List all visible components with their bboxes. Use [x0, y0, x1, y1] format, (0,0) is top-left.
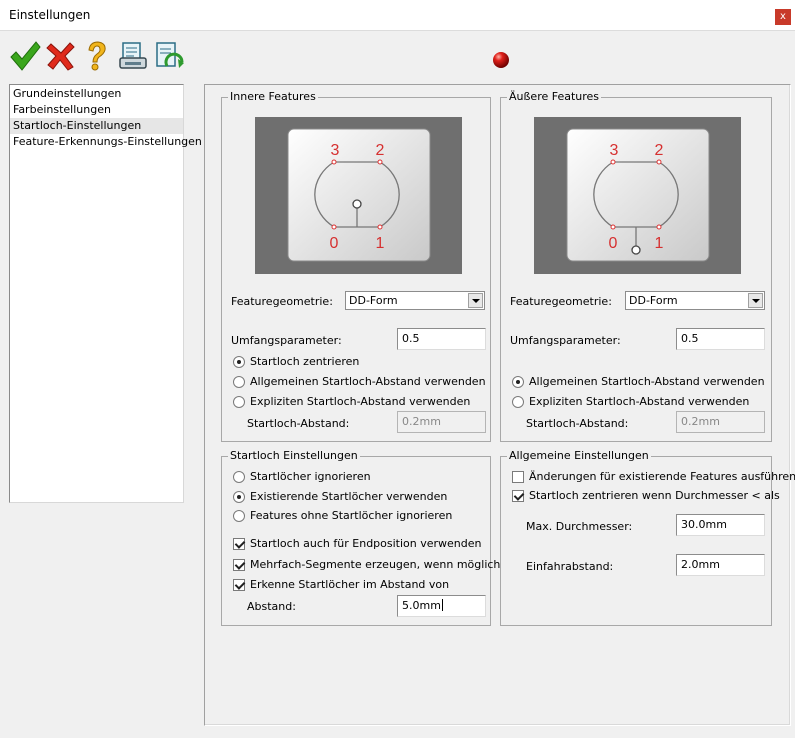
outer-radio-explicit-label: Expliziten Startloch-Abstand verwenden: [529, 395, 750, 408]
outer-perimeter-input[interactable]: 0.5: [676, 328, 765, 350]
inner-distance-label: Startloch-Abstand:: [247, 417, 350, 430]
refresh-document-icon[interactable]: [153, 40, 185, 72]
startloch-check-endpos-label: Startloch auch für Endposition verwenden: [250, 537, 482, 550]
startloch-radio-ignore-label: Startlöcher ignorieren: [250, 470, 371, 483]
checkbox-checked-icon[interactable]: [512, 490, 524, 502]
checkbox-icon[interactable]: [512, 471, 524, 483]
max-diameter-label: Max. Durchmesser:: [526, 520, 633, 533]
status-indicator: [492, 51, 510, 69]
settings-category-list: Grundeinstellungen Farbeinstellungen Sta…: [9, 84, 202, 503]
preview-label-1: 1: [655, 235, 664, 252]
startloch-radio-skip-label: Features ohne Startlöcher ignorieren: [250, 509, 453, 522]
nav-item-startloch-einstellungen[interactable]: Startloch-Einstellungen: [10, 118, 183, 134]
radio-icon[interactable]: [233, 510, 245, 522]
preview-label-0: 0: [609, 235, 618, 252]
inner-features-group: Innere Features 3 2 0 1 Featuregeometrie…: [221, 90, 491, 442]
inner-perimeter-input[interactable]: 0.5: [397, 328, 486, 350]
startloch-settings-group: Startloch Einstellungen Startlöcher igno…: [221, 449, 500, 626]
inner-geometry-select[interactable]: DD-Form: [345, 291, 485, 310]
inner-radio-general-label: Allgemeinen Startloch-Abstand verwenden: [250, 375, 486, 388]
general-check-center-label: Startloch zentrieren wenn Durchmesser < …: [529, 489, 780, 502]
settings-panel: Innere Features 3 2 0 1 Featuregeometrie…: [204, 84, 795, 726]
radio-selected-icon[interactable]: [233, 356, 245, 368]
check-icon[interactable]: [9, 40, 41, 72]
preview-label-3: 3: [331, 142, 340, 159]
close-button[interactable]: x: [775, 9, 791, 25]
startloch-check-multi-label: Mehrfach-Segmente erzeugen, wenn möglich: [250, 558, 501, 571]
startloch-radio-use-label: Existierende Startlöcher verwenden: [250, 490, 448, 503]
outer-geometry-label: Featuregeometrie:: [510, 295, 612, 308]
outer-features-title: Äußere Features: [507, 90, 602, 104]
nav-item-farbeinstellungen[interactable]: Farbeinstellungen: [10, 102, 183, 118]
outer-features-group: Äußere Features 3 2 0 1 Featuregeometrie…: [500, 90, 772, 442]
inner-features-title: Innere Features: [228, 90, 318, 104]
radio-icon[interactable]: [233, 396, 245, 408]
approach-distance-label: Einfahrabstand:: [526, 560, 614, 573]
approach-distance-input[interactable]: 2.0mm: [676, 554, 765, 576]
inner-geometry-label: Featuregeometrie:: [231, 295, 333, 308]
title-bar: Einstellungen x: [0, 0, 795, 31]
preview-label-2: 2: [655, 142, 664, 159]
checkbox-checked-icon[interactable]: [233, 538, 245, 550]
startloch-distance-label: Abstand:: [247, 600, 296, 613]
radio-icon[interactable]: [233, 471, 245, 483]
checkbox-checked-icon[interactable]: [233, 579, 245, 591]
radio-icon[interactable]: [512, 396, 524, 408]
inner-geometry-value: DD-Form: [349, 294, 398, 307]
radio-selected-icon[interactable]: [512, 376, 524, 388]
cancel-icon[interactable]: [45, 40, 77, 72]
preview-label-2: 2: [376, 142, 385, 159]
preview-label-3: 3: [610, 142, 619, 159]
outer-distance-label: Startloch-Abstand:: [526, 417, 629, 430]
inner-feature-preview: 3 2 0 1: [255, 117, 462, 274]
max-diameter-input[interactable]: 30.0mm: [676, 514, 765, 536]
outer-perimeter-label: Umfangsparameter:: [510, 334, 621, 347]
print-preview-icon[interactable]: [117, 40, 149, 72]
startloch-check-detect-label: Erkenne Startlöcher im Abstand von: [250, 578, 450, 591]
nav-item-grundeinstellungen[interactable]: Grundeinstellungen: [10, 86, 183, 102]
startloch-distance-value: 5.0mm: [402, 599, 441, 612]
inner-distance-input: 0.2mm: [397, 411, 486, 433]
startloch-settings-title: Startloch Einstellungen: [228, 449, 360, 463]
inner-radio-explicit-label: Expliziten Startloch-Abstand verwenden: [250, 395, 471, 408]
chevron-down-icon[interactable]: [468, 293, 483, 308]
general-check-apply-label: Änderungen für existierende Features aus…: [529, 470, 795, 483]
help-icon[interactable]: [81, 40, 113, 72]
checkbox-checked-icon[interactable]: [233, 559, 245, 571]
inner-radio-center-label: Startloch zentrieren: [250, 355, 360, 368]
radio-icon[interactable]: [233, 376, 245, 388]
outer-geometry-select[interactable]: DD-Form: [625, 291, 765, 310]
outer-radio-general-label: Allgemeinen Startloch-Abstand verwenden: [529, 375, 765, 388]
nav-item-feature-erkennung[interactable]: Feature-Erkennungs-Einstellungen: [10, 134, 202, 150]
preview-label-1: 1: [376, 235, 385, 252]
text-caret: [441, 599, 443, 611]
general-settings-title: Allgemeine Einstellungen: [507, 449, 651, 463]
outer-feature-preview: 3 2 0 1: [534, 117, 741, 274]
window-title: Einstellungen: [9, 8, 91, 22]
chevron-down-icon[interactable]: [748, 293, 763, 308]
outer-geometry-value: DD-Form: [629, 294, 678, 307]
general-settings-group: Allgemeine Einstellungen Änderungen für …: [500, 449, 795, 626]
outer-distance-input: 0.2mm: [676, 411, 765, 433]
startloch-distance-input[interactable]: 5.0mm: [397, 595, 486, 617]
inner-perimeter-label: Umfangsparameter:: [231, 334, 342, 347]
preview-label-0: 0: [330, 235, 339, 252]
radio-selected-icon[interactable]: [233, 491, 245, 503]
